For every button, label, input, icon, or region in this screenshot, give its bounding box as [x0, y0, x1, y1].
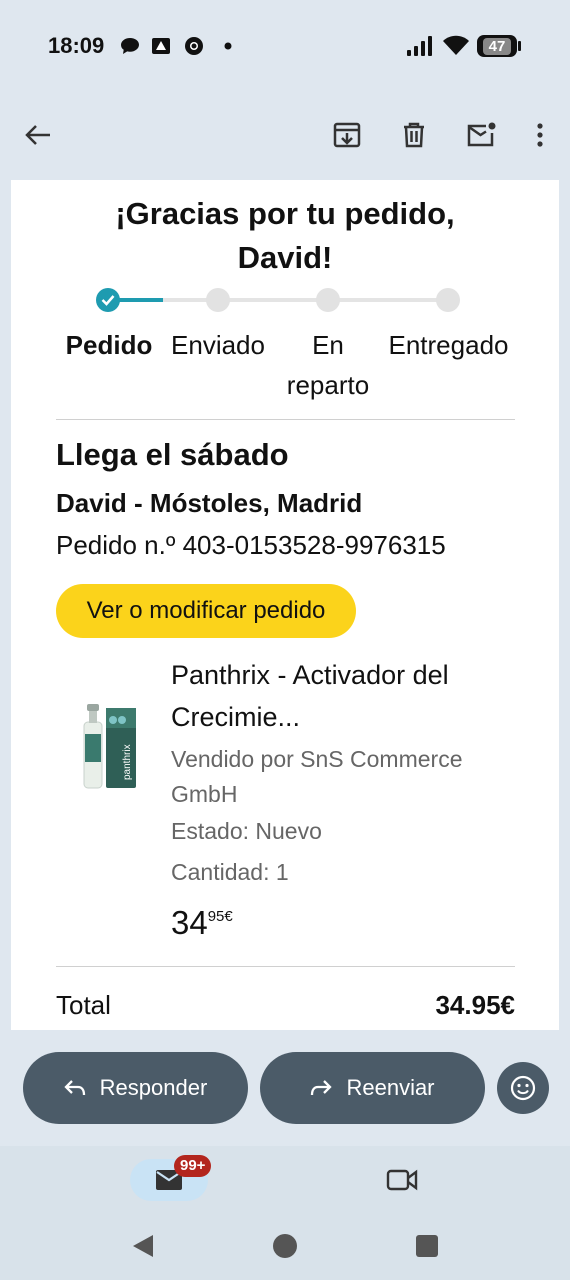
product-seller: Vendido por SnS Commerce GmbH: [171, 742, 501, 812]
step-delivered-dot: [436, 288, 460, 312]
step-label-shipped: Enviado: [171, 330, 265, 360]
chat-notification-icon: [120, 36, 140, 56]
step-label-ordered: Pedido: [65, 330, 153, 360]
reply-button[interactable]: Responder: [23, 1052, 248, 1124]
product-condition: Estado: Nuevo: [171, 818, 322, 844]
more-notifications-dot-icon: [218, 36, 238, 56]
meet-tab[interactable]: [382, 1163, 422, 1197]
battery-level: 47: [482, 37, 512, 55]
reply-icon: [64, 1080, 85, 1096]
system-recents-icon[interactable]: [415, 1233, 439, 1264]
emoji-reaction-button[interactable]: [497, 1062, 549, 1114]
step-out-for-delivery-dot: [316, 288, 340, 312]
thank-you-title: ¡Gracias por tu pedido, David!: [34, 192, 536, 280]
status-time: 18:09: [48, 33, 105, 58]
system-back-icon[interactable]: [131, 1233, 155, 1264]
battery-tip: [518, 41, 521, 51]
system-home-icon[interactable]: [272, 1233, 298, 1264]
step-label-reparto: reparto: [286, 370, 370, 400]
back-arrow-icon[interactable]: [18, 115, 58, 155]
step-shipped-dot: [206, 288, 230, 312]
forward-button[interactable]: Reenviar: [260, 1052, 485, 1124]
total-value: 34.95€: [435, 990, 515, 1020]
product-name-link[interactable]: Panthrix - Activador del Crecimie...: [171, 654, 501, 738]
price-whole: 34: [171, 904, 208, 941]
step-label-out-for-delivery: En reparto: [272, 325, 384, 405]
video-camera-icon: [386, 1169, 418, 1191]
product-name-line2: Crecimie...: [171, 702, 301, 732]
step-label-en: En: [312, 330, 344, 360]
divider: [56, 419, 515, 420]
chrome-notification-icon: [184, 36, 204, 56]
step-label-delivered: Entregado: [388, 330, 509, 360]
drive-notification-icon: [151, 36, 171, 56]
thank-you-title-line1: ¡Gracias por tu pedido,: [115, 196, 455, 231]
more-options-icon[interactable]: [520, 115, 560, 155]
price-cents: 95€: [207, 908, 233, 925]
archive-icon[interactable]: [327, 115, 367, 155]
battery-icon: 47: [477, 35, 517, 57]
wifi-icon: [442, 34, 470, 61]
product-image-brand: panthrix: [122, 744, 133, 780]
card-margin-right: [536, 180, 559, 1030]
reply-label: Responder: [99, 1075, 208, 1100]
product-image[interactable]: panthrix: [80, 700, 140, 792]
unread-count-badge: 99+: [174, 1155, 212, 1177]
product-name-line1: Panthrix - Activador del: [171, 660, 449, 690]
product-quantity: Cantidad: 1: [171, 859, 289, 885]
seller-line1: Vendido por SnS Commerce: [171, 746, 463, 772]
shipping-address: David - Móstoles, Madrid: [56, 488, 363, 518]
smiley-icon: [510, 1075, 536, 1101]
order-number: Pedido n.º 403-0153528-9976315: [56, 530, 446, 560]
product-price: 3495€: [171, 904, 233, 942]
step-ordered-check-icon: [96, 288, 120, 312]
card-margin-left: [11, 180, 34, 1030]
forward-label: Reenviar: [346, 1075, 435, 1100]
seller-line2: GmbH: [171, 781, 238, 807]
forward-icon: [311, 1080, 333, 1096]
thank-you-title-line2: David!: [237, 240, 333, 275]
trash-icon[interactable]: [394, 115, 434, 155]
arrival-heading: Llega el sábado: [56, 437, 289, 472]
total-label: Total: [56, 990, 111, 1020]
divider: [56, 966, 515, 967]
mark-unread-icon[interactable]: [461, 115, 501, 155]
view-modify-order-button[interactable]: Ver o modificar pedido: [56, 584, 356, 638]
signal-icon: [406, 36, 436, 61]
